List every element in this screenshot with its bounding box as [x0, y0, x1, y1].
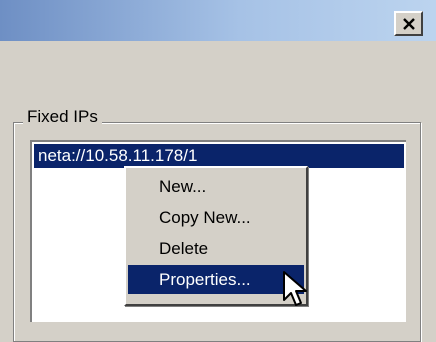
menu-item-delete[interactable]: Delete	[128, 234, 304, 263]
fixed-ips-label: Fixed IPs	[23, 106, 102, 128]
context-menu: New... Copy New... Delete Properties...	[124, 166, 308, 306]
menu-item-copy-new[interactable]: Copy New...	[128, 203, 304, 232]
menu-item-properties[interactable]: Properties...	[128, 265, 304, 294]
dialog-window: Fixed IPs neta://10.58.11.178/1 New... C…	[0, 0, 436, 342]
mouse-pointer-icon	[282, 270, 314, 314]
list-item[interactable]: neta://10.58.11.178/1	[34, 144, 404, 168]
close-icon	[402, 17, 416, 30]
menu-item-new[interactable]: New...	[128, 172, 304, 201]
title-bar[interactable]	[0, 0, 436, 41]
close-button[interactable]	[394, 11, 423, 36]
